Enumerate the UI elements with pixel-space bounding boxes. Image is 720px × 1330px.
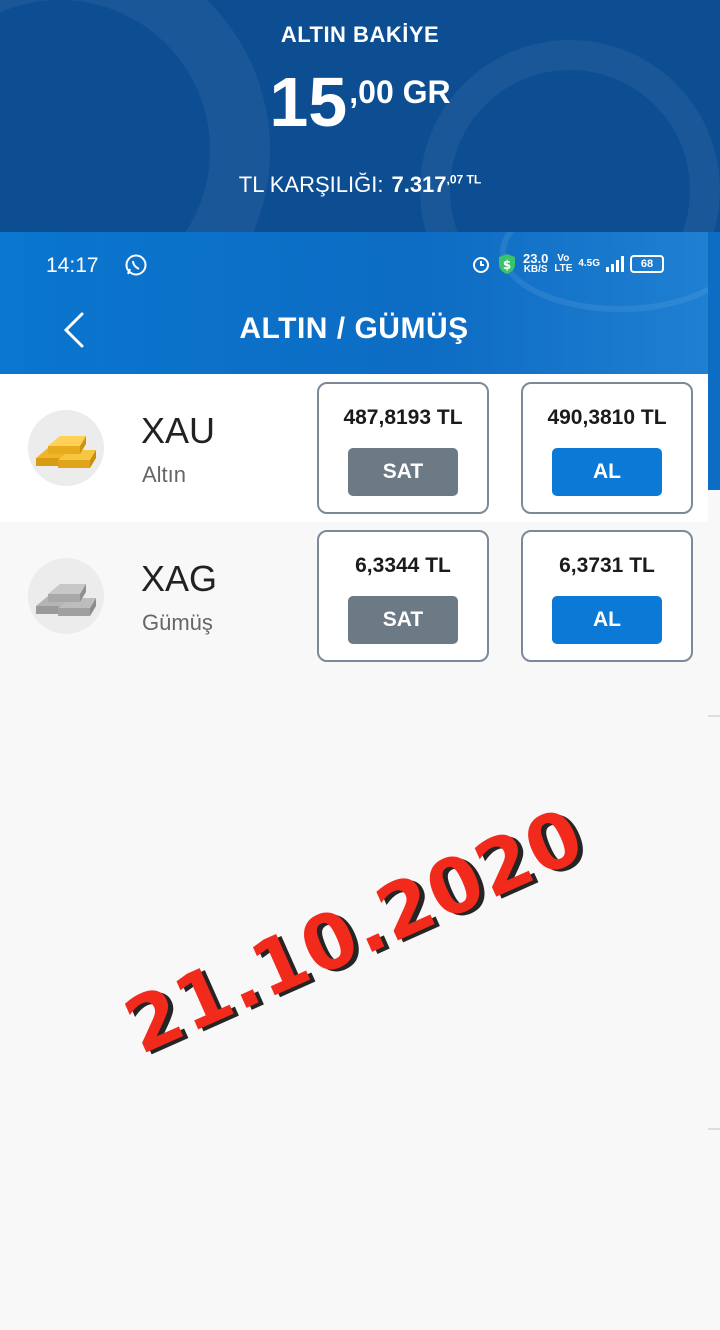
buy-price-card: 6,3731 TL AL — [521, 530, 693, 662]
volte-indicator: Vo LTE — [554, 252, 573, 274]
sell-button[interactable]: SAT — [348, 448, 458, 496]
balance-tl-decimal: ,07 TL — [446, 172, 482, 187]
balance-tl-value: 7.317 — [391, 172, 447, 197]
sell-button[interactable]: SAT — [348, 596, 458, 644]
network-type: 4.5G — [578, 257, 600, 269]
instrument-code: XAG — [141, 558, 218, 599]
balance-amount: 15,00 GR — [0, 62, 720, 142]
gold-bar-icon — [36, 436, 96, 468]
status-time: 14:17 — [46, 254, 99, 277]
balance-tl-label: TL KARŞILIĞI: — [238, 172, 384, 197]
date-stamp: 21.10.2020 — [112, 790, 597, 1072]
balance-header: ALTIN BAKİYE 15,00 GR TL KARŞILIĞI: 7.317… — [0, 0, 720, 232]
balance-amount-integer: 15 — [269, 63, 348, 141]
signal-icon — [606, 255, 624, 272]
balance-amount-decimal: ,00 GR — [349, 74, 451, 110]
list-item-xag[interactable]: XAG Gümüş 6,3344 TL SAT 6,3731 TL AL — [0, 522, 708, 670]
divider — [708, 1128, 720, 1130]
app-bar: 14:17 $ 23.0 KB/S Vo LTE 4.5G 68 ALTIN / — [0, 232, 708, 374]
instrument-name: Altın — [142, 462, 187, 487]
buy-button[interactable]: AL — [552, 596, 662, 644]
buy-price: 490,3810 TL — [547, 406, 667, 429]
battery-icon: 68 — [630, 254, 664, 273]
balance-title: ALTIN BAKİYE — [280, 22, 440, 47]
sell-price-card: 6,3344 TL SAT — [317, 530, 489, 662]
list-item-xau[interactable]: XAU Altın 487,8193 TL SAT 490,3810 TL AL — [0, 374, 708, 522]
balance-tl-equivalent: TL KARŞILIĞI: 7.317,07 TL — [0, 172, 720, 198]
sell-price: 487,8193 TL — [343, 406, 463, 429]
edge-strip — [708, 232, 720, 490]
svg-text:$: $ — [503, 258, 511, 272]
buy-price: 6,3731 TL — [559, 554, 655, 577]
net-speed-unit: KB/S — [523, 264, 548, 275]
status-icons: $ 23.0 KB/S Vo LTE 4.5G 68 — [471, 252, 664, 275]
net-speed: 23.0 KB/S — [523, 252, 548, 275]
avatar — [28, 410, 104, 486]
sell-price-card: 487,8193 TL SAT — [317, 382, 489, 514]
alarm-icon — [473, 256, 489, 273]
avatar — [28, 558, 104, 634]
silver-bar-icon — [36, 584, 96, 616]
sell-price: 6,3344 TL — [355, 554, 451, 577]
instrument-name: Gümüş — [142, 610, 213, 635]
whatsapp-icon — [125, 254, 147, 276]
buy-price-card: 490,3810 TL AL — [521, 382, 693, 514]
page-title: ALTIN / GÜMÜŞ — [239, 312, 469, 345]
shield-icon: $ — [499, 253, 515, 274]
buy-button[interactable]: AL — [552, 448, 662, 496]
instrument-code: XAU — [141, 410, 216, 451]
divider — [708, 715, 720, 717]
